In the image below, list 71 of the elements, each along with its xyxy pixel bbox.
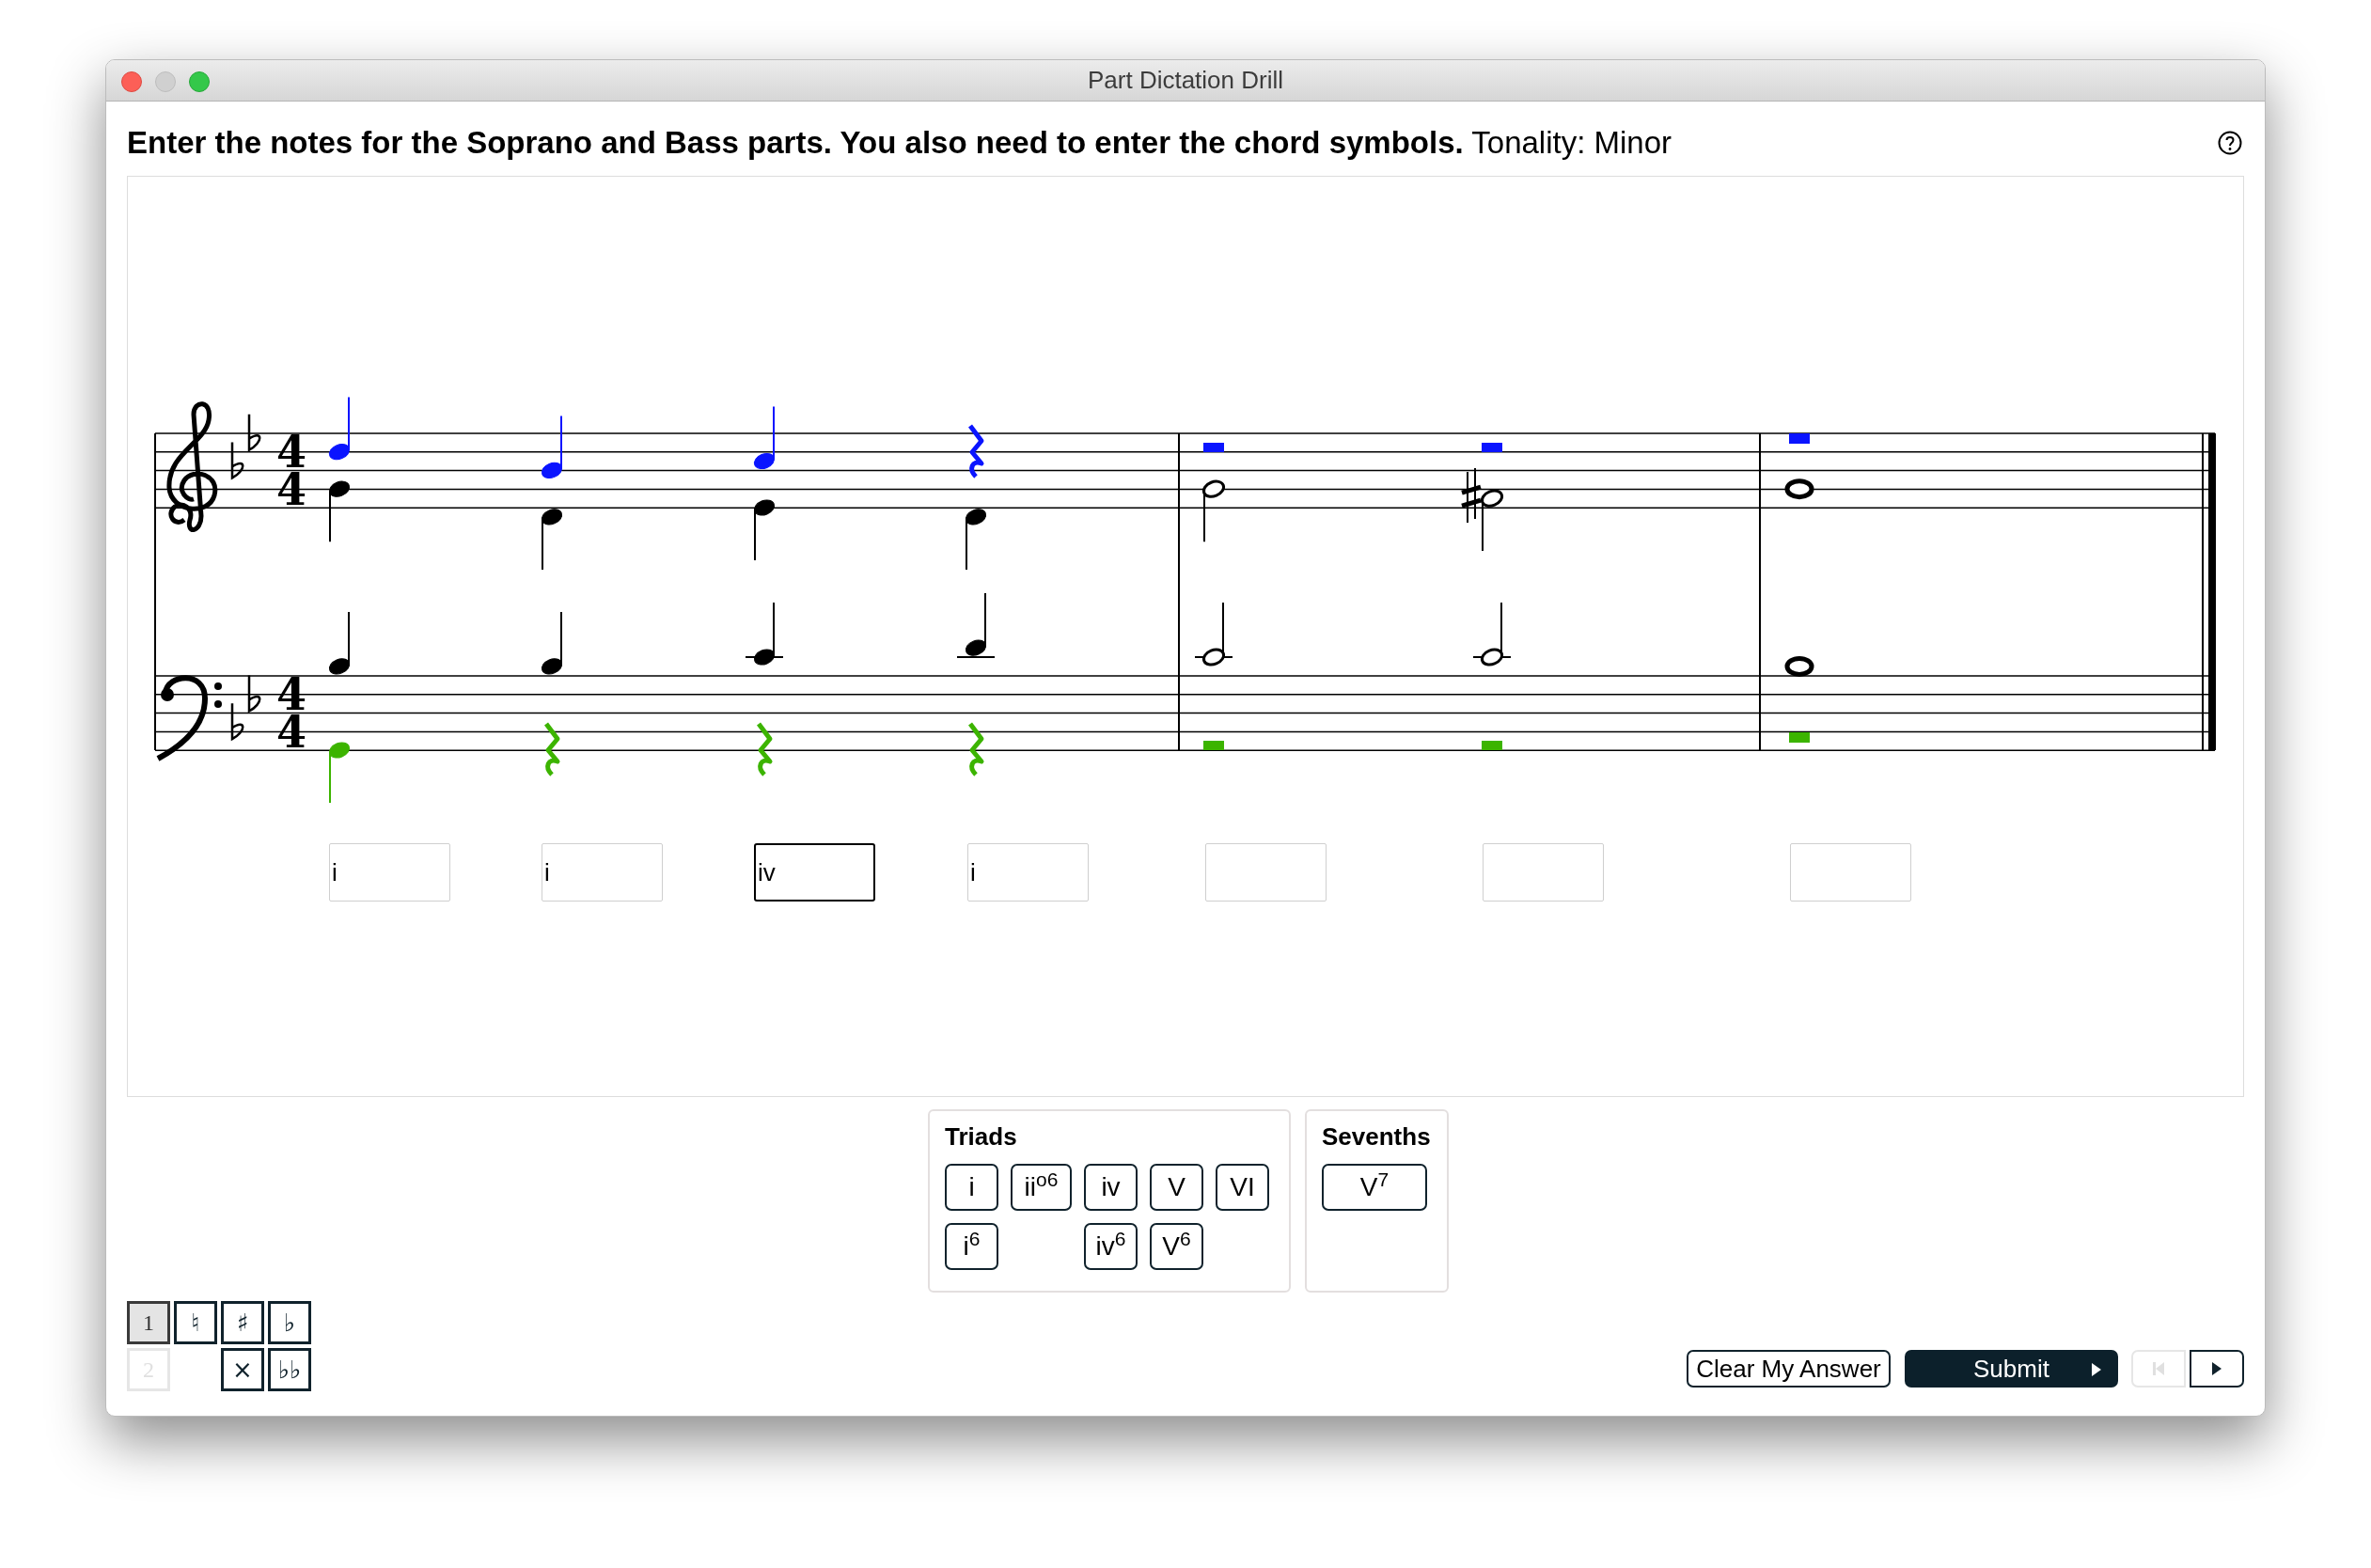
instructions: Enter the notes for the Soprano and Bass parts. You also need to enter the chord symbols. Tonality: Minor — [127, 124, 1672, 163]
bass-clef-icon — [156, 675, 222, 761]
chord-button[interactable]: i$^{6}$ — [945, 1223, 998, 1270]
sharp-icon — [1461, 467, 1482, 525]
quarter-rest — [544, 722, 560, 776]
rest-marker — [1203, 443, 1224, 452]
rest-marker — [1482, 443, 1502, 452]
chord-button[interactable]: i — [945, 1164, 998, 1211]
zoom-icon[interactable] — [189, 71, 210, 92]
accidental-button[interactable]: × — [221, 1348, 264, 1391]
quarter-rest — [968, 722, 984, 776]
note — [328, 396, 351, 461]
chord-input-field[interactable]: i — [542, 843, 663, 902]
clear-answer-button[interactable]: Clear My Answer — [1687, 1350, 1891, 1388]
chord-button[interactable]: V$^{7}$ — [1322, 1164, 1427, 1211]
accidental-button[interactable]: ♯ — [221, 1301, 264, 1344]
rest-marker — [1789, 433, 1810, 444]
chord-button[interactable]: iv$^{6}$ — [1084, 1223, 1138, 1270]
flat-icon — [247, 675, 261, 713]
flat-icon — [230, 703, 244, 741]
next-page-button[interactable] — [2190, 1350, 2244, 1388]
treble-clef-icon — [166, 401, 218, 532]
chord-button[interactable]: V$^{6}$ — [1150, 1223, 1203, 1270]
note — [328, 610, 351, 675]
flat-icon — [230, 442, 244, 479]
note — [753, 405, 776, 470]
window-title: Part Dictation Drill — [1087, 65, 1284, 96]
note — [541, 415, 563, 478]
minimize-icon[interactable] — [155, 71, 176, 92]
group-title: Triads — [945, 1122, 1018, 1151]
note — [328, 480, 351, 543]
chord-button[interactable]: VI — [1216, 1164, 1269, 1211]
note — [328, 742, 351, 804]
accidental-button[interactable]: ♭ — [268, 1301, 311, 1344]
help-icon[interactable] — [2218, 131, 2242, 155]
note — [1472, 602, 1512, 666]
chord-button[interactable]: iv — [1084, 1164, 1138, 1211]
caret-icon — [2092, 1363, 2101, 1376]
note — [541, 610, 563, 675]
rest-marker — [1789, 732, 1810, 743]
chord-input-field[interactable]: iv — [754, 843, 875, 902]
skip-back-icon — [2153, 1362, 2164, 1375]
note — [956, 592, 996, 658]
accidental-button[interactable]: ♮ — [174, 1301, 217, 1344]
voice-button[interactable]: 1 — [127, 1301, 170, 1344]
note — [1784, 655, 1814, 677]
group-title: Sevenths — [1322, 1122, 1432, 1151]
chord-input-field[interactable] — [1483, 843, 1604, 902]
quarter-rest — [968, 424, 984, 478]
note — [745, 602, 784, 666]
chord-button[interactable]: V — [1150, 1164, 1203, 1211]
quarter-rest — [757, 722, 773, 776]
note — [1784, 478, 1814, 500]
note — [541, 509, 563, 571]
flat-icon — [247, 414, 261, 451]
chord-input-field[interactable] — [1790, 843, 1911, 902]
accidental-button[interactable]: ♭♭ — [268, 1348, 311, 1391]
rest-marker — [1203, 741, 1224, 750]
note — [1194, 602, 1233, 666]
chord-input-field[interactable] — [1205, 843, 1327, 902]
note — [1201, 479, 1226, 543]
note — [965, 509, 987, 571]
chord-button[interactable]: ii$^{o6}$ — [1011, 1164, 1072, 1211]
note — [1480, 489, 1504, 553]
play-icon — [2212, 1362, 2222, 1375]
chord-input-field[interactable]: i — [967, 843, 1089, 902]
chord-input-field[interactable]: i — [329, 843, 450, 902]
rest-marker — [1482, 741, 1502, 750]
submit-button[interactable]: Submit — [1905, 1350, 2118, 1388]
close-icon[interactable] — [121, 71, 142, 92]
note — [753, 499, 776, 561]
